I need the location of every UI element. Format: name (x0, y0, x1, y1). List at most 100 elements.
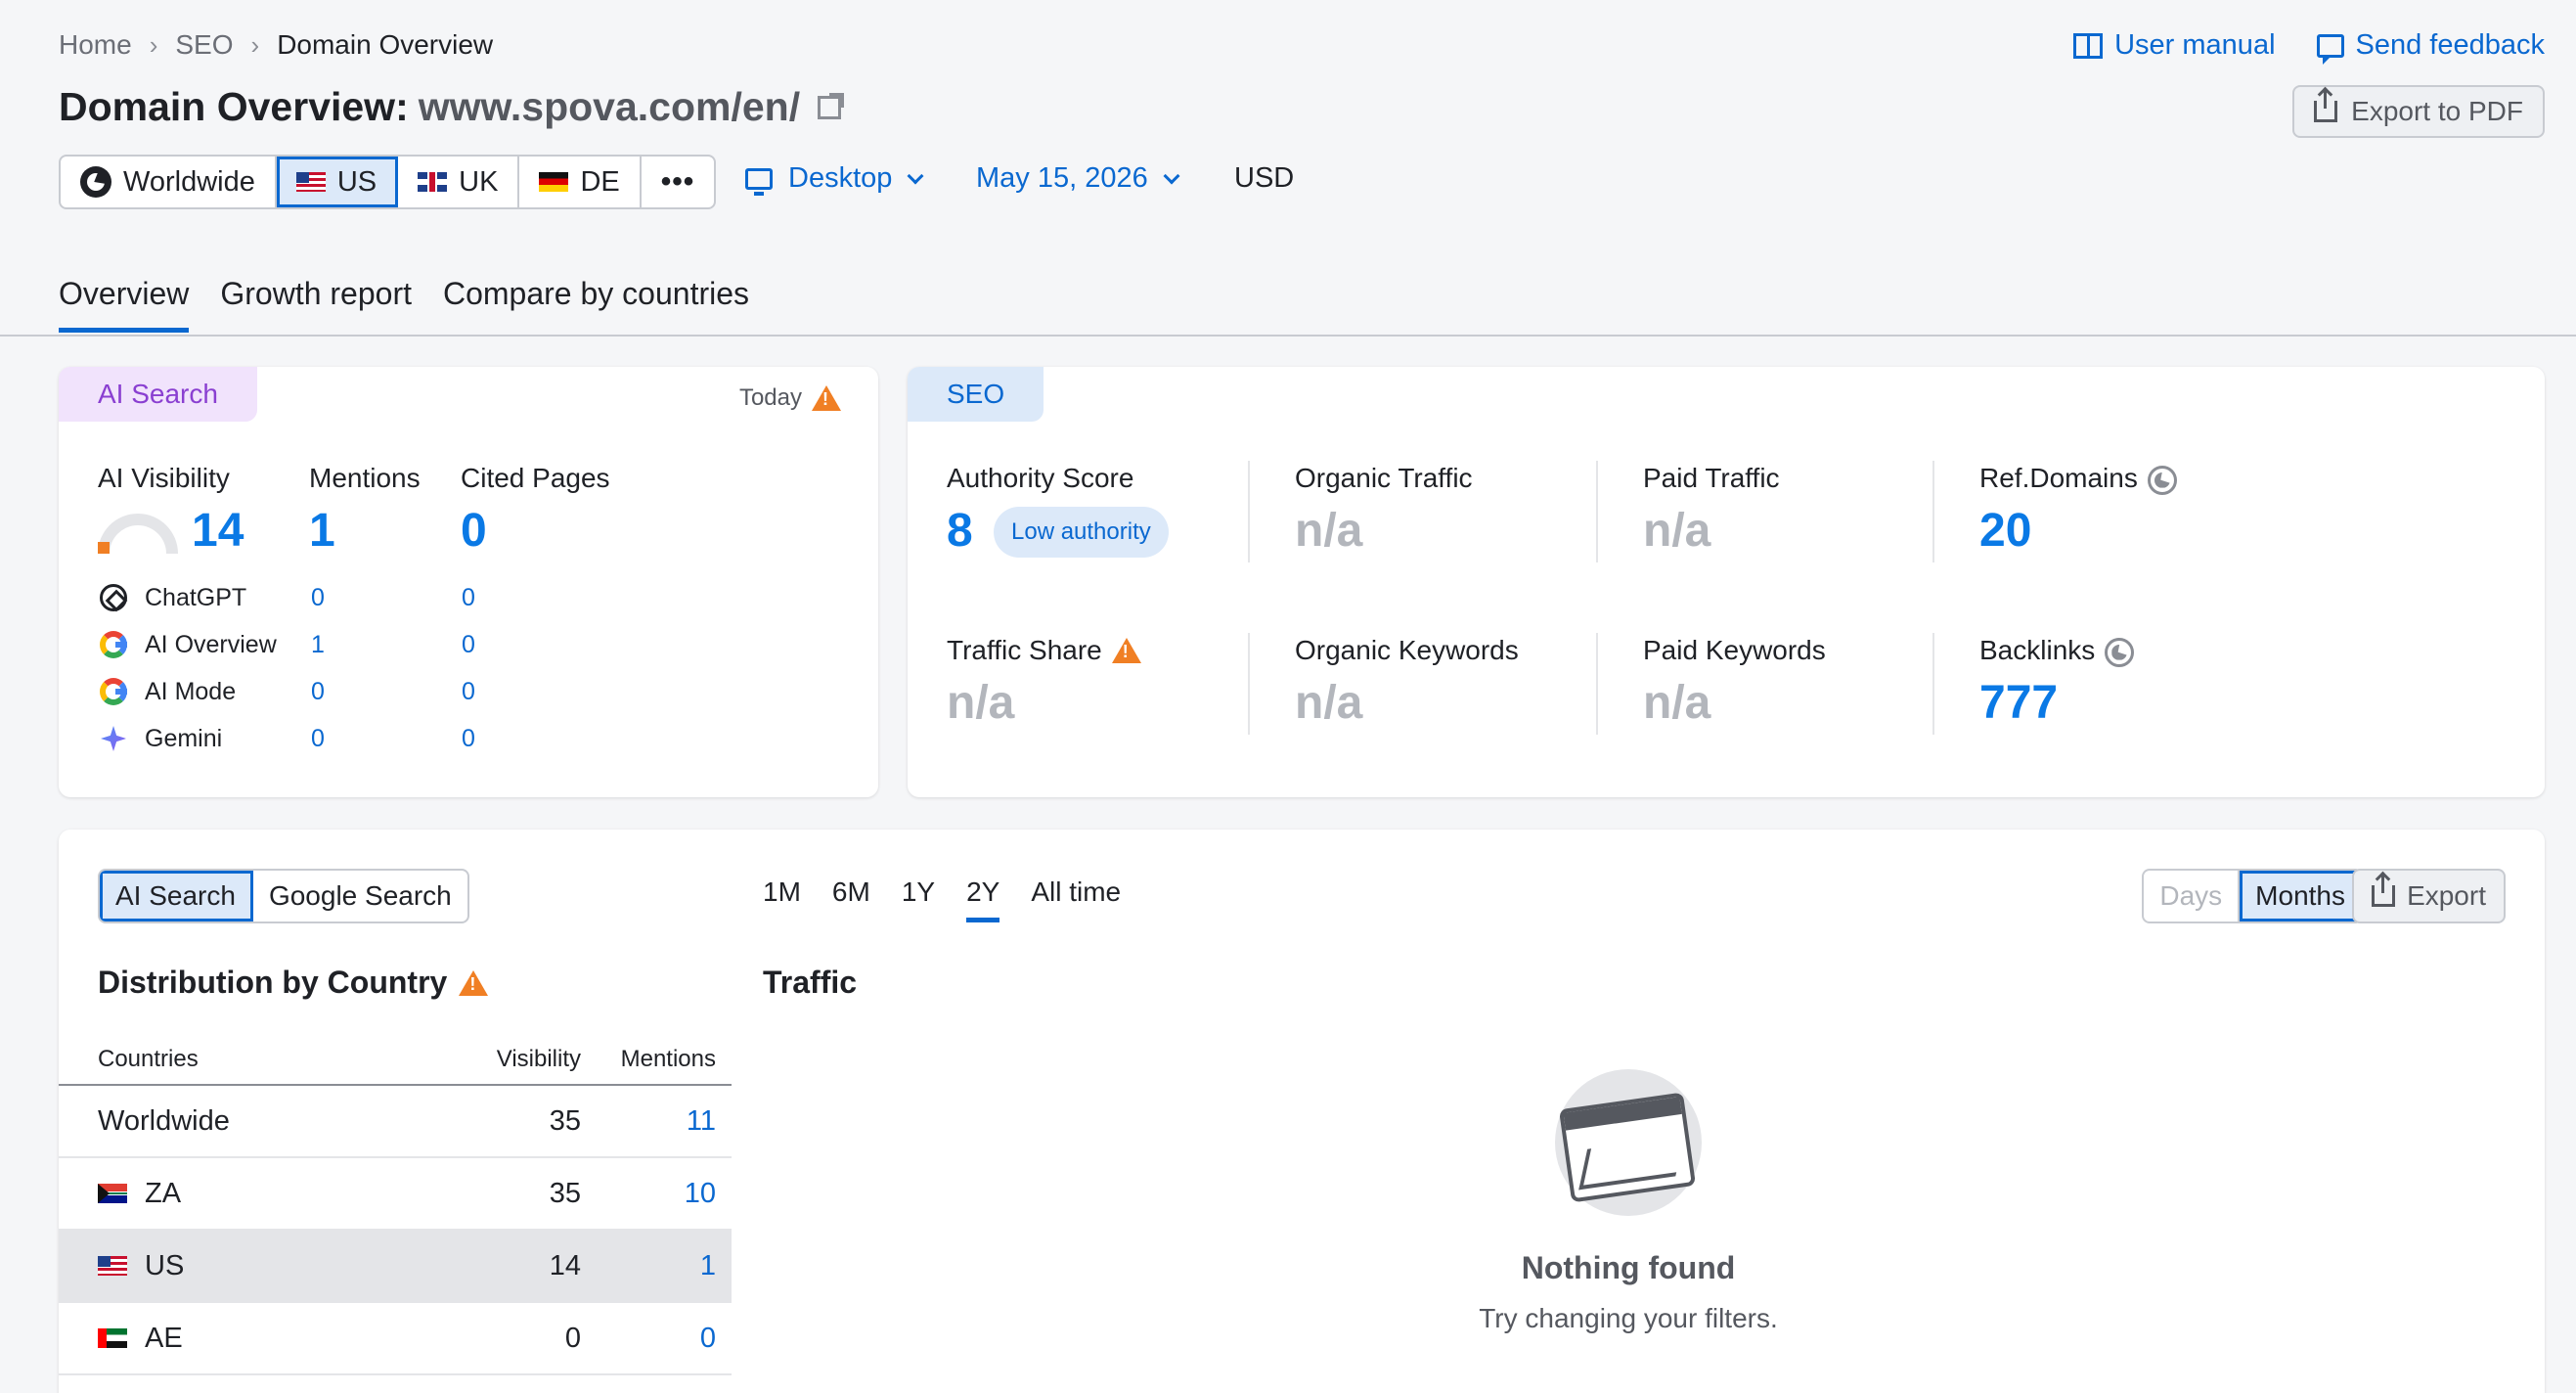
ai-visibility-value[interactable]: 14 (192, 504, 244, 558)
granularity-months[interactable]: Months (2240, 871, 2361, 921)
row-mentions[interactable]: 11 (581, 1105, 716, 1138)
paid-traffic-label: Paid Traffic (1643, 463, 1780, 493)
divider (1596, 461, 1598, 562)
header-visibility[interactable]: Visibility (454, 1046, 581, 1073)
source-google-search[interactable]: Google Search (253, 871, 467, 921)
platform-cited[interactable]: 0 (462, 584, 475, 612)
platform-mentions[interactable]: 1 (311, 631, 462, 659)
header-mentions[interactable]: Mentions (581, 1046, 716, 1073)
country-us-label: US (336, 165, 378, 198)
authority-score-value[interactable]: 8 (947, 504, 973, 558)
platform-mentions[interactable]: 0 (311, 725, 462, 753)
page-title: Domain Overview: www.spova.com/en/ (59, 84, 845, 130)
export-button[interactable]: Export (2352, 869, 2506, 923)
empty-state-subtitle: Try changing your filters. (1479, 1303, 1778, 1333)
source-toggle: AI Search Google Search (98, 869, 469, 923)
device-dropdown[interactable]: Desktop (745, 162, 927, 196)
tab-overview[interactable]: Overview (59, 276, 190, 333)
distribution-title-text: Distribution by Country (98, 965, 448, 1000)
ai-search-card: AI Search Today AI Visibility 14 Mention… (59, 367, 878, 797)
chevron-right-icon: › (149, 29, 158, 60)
user-manual-link[interactable]: User manual (2073, 29, 2276, 62)
backlinks-value[interactable]: 777 (1979, 676, 2058, 730)
divider (1248, 461, 1250, 562)
breadcrumb: Home › SEO › Domain Overview (59, 29, 493, 61)
gemini-icon (98, 723, 129, 754)
authority-badge: Low authority (994, 507, 1169, 558)
uk-flag-icon (418, 172, 448, 192)
table-header: Countries Visibility Mentions (59, 1035, 732, 1086)
tab-compare-by-countries[interactable]: Compare by countries (443, 276, 749, 333)
chevron-right-icon: › (250, 29, 260, 60)
book-icon (2073, 32, 2104, 59)
traffic-share-value: n/a (947, 677, 1015, 729)
period-2y[interactable]: 2Y (966, 876, 1000, 922)
empty-state: Nothing found Try changing your filters. (1213, 830, 2044, 1393)
granularity-days[interactable]: Days (2144, 871, 2241, 921)
organic-keywords-value: n/a (1295, 677, 1363, 729)
row-visibility: 0 (564, 1322, 581, 1354)
table-row[interactable]: ZA 35 10 (59, 1158, 732, 1231)
today-label: Today (738, 384, 802, 411)
period-tabs: 1M 6M 1Y 2Y All time (763, 876, 1121, 922)
ai-search-tag: AI Search (59, 367, 257, 422)
country-uk[interactable]: UK (398, 157, 520, 207)
row-mentions[interactable]: 0 (581, 1323, 716, 1355)
za-flag-icon (98, 1184, 127, 1203)
table-row[interactable]: AE 0 0 (59, 1303, 732, 1375)
period-6m[interactable]: 6M (832, 876, 870, 922)
warning-icon[interactable] (459, 969, 489, 996)
platform-cited[interactable]: 0 (462, 631, 475, 659)
authority-score-label: Authority Score (947, 463, 1134, 493)
ai-platform-row: Gemini 0 0 (98, 723, 475, 754)
breadcrumb-home[interactable]: Home (59, 29, 132, 61)
ref-domains-value[interactable]: 20 (1979, 504, 2031, 558)
source-ai-search[interactable]: AI Search (100, 871, 253, 921)
breadcrumb-seo[interactable]: SEO (175, 29, 233, 61)
distribution-title: Distribution by Country (98, 965, 489, 1001)
period-1m[interactable]: 1M (763, 876, 801, 922)
row-visibility: 35 (549, 1104, 581, 1137)
country-worldwide[interactable]: Worldwide (61, 157, 277, 207)
de-flag-icon (539, 172, 569, 192)
country-de[interactable]: DE (519, 157, 642, 207)
more-countries-button[interactable]: ••• (642, 157, 715, 207)
export-pdf-label: Export to PDF (2351, 96, 2523, 126)
cited-pages-value[interactable]: 0 (461, 504, 487, 558)
table-row[interactable]: US 14 1 (59, 1231, 732, 1303)
page-title-domain[interactable]: www.spova.com/en/ (419, 84, 800, 130)
cited-pages-label: Cited Pages (461, 463, 610, 493)
date-label: May 15, 2026 (976, 162, 1148, 194)
row-country: Worldwide (98, 1105, 454, 1138)
platform-cited[interactable]: 0 (462, 725, 475, 753)
header-countries[interactable]: Countries (98, 1046, 454, 1073)
export-pdf-button[interactable]: Export to PDF (2292, 85, 2545, 138)
platform-cited[interactable]: 0 (462, 678, 475, 706)
globe-icon (2147, 465, 2177, 495)
traffic-title: Traffic (763, 965, 858, 1000)
period-all-time[interactable]: All time (1031, 876, 1121, 922)
table-row[interactable]: Worldwide 35 11 (59, 1086, 732, 1158)
platform-mentions[interactable]: 0 (311, 678, 462, 706)
external-link-icon[interactable] (818, 92, 845, 119)
row-country: AE (98, 1323, 454, 1355)
platform-mentions[interactable]: 0 (311, 584, 462, 612)
mentions-value[interactable]: 1 (309, 504, 335, 558)
tabs-divider (0, 335, 2576, 337)
warning-icon[interactable] (812, 385, 841, 411)
country-us[interactable]: US (276, 157, 399, 207)
warning-icon[interactable] (1111, 638, 1141, 663)
paid-keywords-label: Paid Keywords (1643, 635, 1826, 665)
page-title-prefix: Domain Overview: (59, 84, 409, 129)
tab-growth-report[interactable]: Growth report (220, 276, 412, 333)
send-feedback-link[interactable]: Send feedback (2316, 29, 2545, 65)
period-1y[interactable]: 1Y (902, 876, 935, 922)
ai-platform-row: AI Overview 1 0 (98, 629, 475, 660)
globe-icon (2105, 637, 2135, 667)
row-mentions[interactable]: 10 (581, 1178, 716, 1210)
date-dropdown[interactable]: May 15, 2026 (976, 162, 1183, 195)
monitor-icon (745, 167, 773, 196)
empty-state-title: Nothing found (1521, 1250, 1736, 1285)
backlinks-label: Backlinks (1979, 635, 2135, 667)
row-mentions[interactable]: 1 (581, 1250, 716, 1282)
